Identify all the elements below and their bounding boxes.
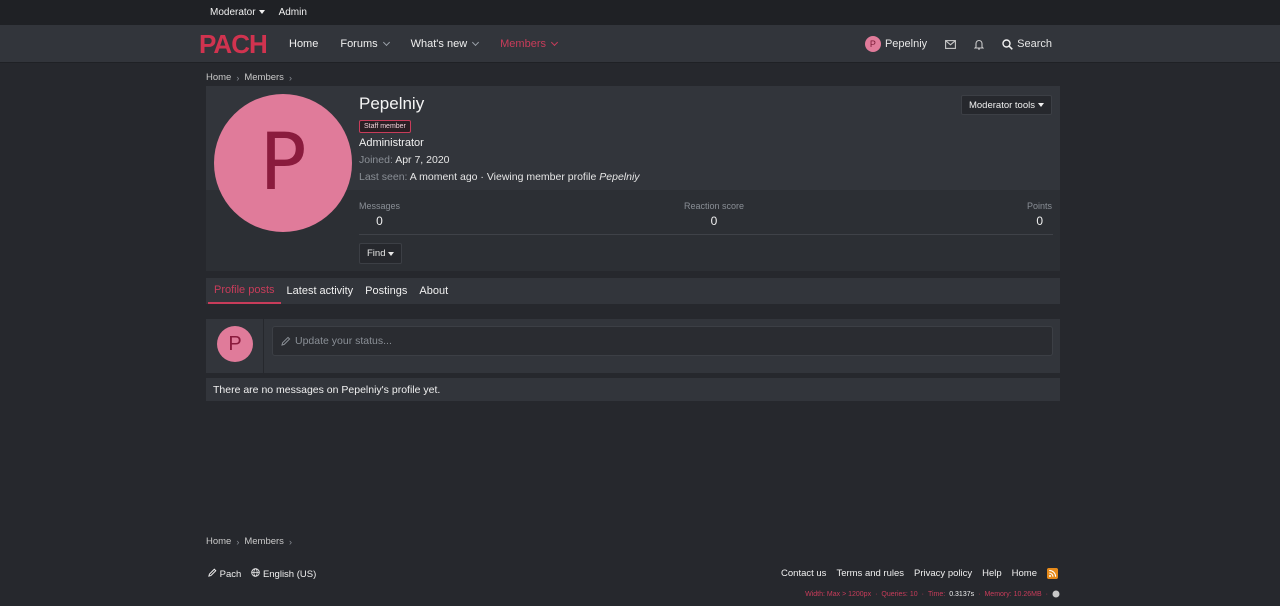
last-seen-target[interactable]: Pepelniy [599, 171, 639, 183]
debug-time: 0.3137s [949, 590, 975, 598]
footer-left: Pach English (US) [208, 568, 316, 580]
chevron-down-icon[interactable] [550, 38, 559, 47]
breadcrumb: Home › Members › [206, 536, 292, 547]
nav-home[interactable]: Home [289, 38, 318, 50]
tab-latest-activity[interactable]: Latest activity [281, 278, 360, 304]
status-avatar-column: P [206, 319, 264, 373]
joined-row: Joined: Apr 7, 2020 [359, 154, 450, 166]
profile-avatar[interactable]: P [214, 94, 352, 232]
stat-points-label: Points [1026, 201, 1052, 211]
style-chooser[interactable]: Pach [208, 568, 241, 580]
empty-message: There are no messages on Pepelniy's prof… [206, 378, 1060, 401]
footer-contact-us[interactable]: Contact us [781, 568, 826, 579]
breadcrumb-home[interactable]: Home [206, 72, 231, 83]
status-input[interactable]: Update your status... [272, 326, 1053, 356]
site-logo[interactable]: PACH [199, 32, 271, 56]
style-chooser-label: Pach [219, 569, 242, 580]
find-label: Find [367, 248, 386, 259]
breadcrumb-home[interactable]: Home [206, 536, 231, 547]
search-button[interactable]: Search [1002, 38, 1052, 50]
user-title: Administrator [359, 137, 424, 149]
language-chooser-label: English (US) [262, 569, 317, 580]
footer-home[interactable]: Home [1012, 568, 1037, 579]
stat-reaction-value: 0 [710, 214, 718, 228]
avatar[interactable]: P [217, 326, 253, 362]
bell-icon[interactable] [974, 39, 985, 50]
footer-terms[interactable]: Terms and rules [836, 568, 904, 579]
avatar: P [864, 36, 881, 52]
joined-date: Apr 7, 2020 [395, 154, 450, 166]
debug-width: Width: Max > 1200px [805, 590, 872, 598]
stat-messages-label: Messages [359, 201, 401, 211]
paintbrush-icon [208, 568, 217, 577]
profile-username: Pepelniy [359, 94, 425, 113]
nav-members-label: Members [500, 38, 546, 50]
svg-text:PACH: PACH [199, 32, 267, 56]
find-button[interactable]: Find [359, 243, 403, 264]
account-username: Pepelniy [884, 38, 928, 50]
stat-reaction-score: Reaction score 0 [680, 201, 748, 228]
main-navbar: PACH Home Forums What's new Members P Pe… [0, 25, 1280, 63]
tab-postings[interactable]: Postings [359, 278, 413, 304]
divider [359, 234, 1053, 235]
staff-badge: Staff member [359, 120, 411, 133]
status-update-box: P Update your status... [206, 319, 1060, 373]
globe-icon[interactable] [1052, 590, 1060, 598]
footer-help[interactable]: Help [982, 568, 1002, 579]
last-seen-row: Last seen: A moment ago · Viewing member… [359, 171, 640, 183]
chevron-right-icon: › [288, 536, 292, 547]
pencil-icon [281, 336, 291, 346]
breadcrumb-members[interactable]: Members [244, 536, 284, 547]
chevron-right-icon: › [288, 72, 292, 83]
member-profile-header: P Pepelniy Staff member Administrator Jo… [206, 86, 1060, 271]
joined-label: Joined: [359, 154, 393, 166]
chevron-down-icon[interactable] [382, 38, 390, 47]
language-chooser[interactable]: English (US) [251, 568, 316, 580]
last-seen-value: A moment ago · Viewing member profile [409, 171, 597, 183]
footer-privacy[interactable]: Privacy policy [914, 568, 972, 579]
tab-profile-posts[interactable]: Profile posts [208, 278, 281, 304]
envelope-icon[interactable] [945, 39, 957, 49]
account-link[interactable]: P Pepelniy [864, 36, 928, 52]
moderator-tools-button[interactable]: Moderator tools [960, 95, 1052, 115]
tab-about[interactable]: About [413, 278, 454, 304]
debug-memory: Memory: 10.26MB [984, 590, 1042, 598]
globe-icon [251, 568, 261, 577]
breadcrumb-members[interactable]: Members [244, 72, 284, 83]
chevron-right-icon: › [236, 536, 240, 547]
nav-forums[interactable]: Forums [340, 38, 390, 50]
stat-messages: Messages 0 [359, 201, 400, 228]
debug-info: Width: Max > 1200px · Queries: 10 · Time: 0… [805, 590, 1060, 598]
caret-down-icon [1038, 103, 1044, 107]
chevron-down-icon[interactable] [472, 38, 480, 47]
moderator-tools-label: Moderator tools [968, 99, 1035, 111]
moderator-menu-label: Moderator [210, 7, 256, 18]
caret-down-icon [388, 251, 395, 256]
rss-icon[interactable] [1047, 568, 1058, 579]
debug-time-label: Time: [927, 590, 946, 598]
chevron-right-icon: › [236, 72, 240, 83]
search-icon [1002, 38, 1013, 50]
nav-members[interactable]: Members [500, 38, 559, 50]
nav-whats-new-label: What's new [410, 38, 468, 50]
search-label: Search [1017, 38, 1052, 50]
moderator-menu[interactable]: Moderator [210, 7, 265, 18]
stat-points-value: 0 [1036, 214, 1043, 228]
debug-queries: Queries: 10 [881, 590, 918, 598]
admin-link[interactable]: Admin [279, 7, 307, 18]
caret-down-icon [258, 10, 265, 15]
last-seen-label: Last seen: [359, 171, 408, 183]
status-placeholder: Update your status... [295, 335, 392, 347]
nav-forums-label: Forums [340, 38, 378, 50]
stat-messages-value[interactable]: 0 [359, 214, 400, 228]
nav-whats-new[interactable]: What's new [410, 38, 480, 50]
stat-reaction-label: Reaction score [683, 201, 745, 211]
profile-tabs: Profile posts Latest activity Postings A… [206, 278, 1060, 304]
footer-links: Contact us Terms and rules Privacy polic… [781, 568, 1058, 579]
admin-bar: Moderator Admin [0, 0, 1280, 25]
stat-points: Points 0 [1027, 201, 1052, 228]
breadcrumb: Home › Members › [206, 72, 292, 83]
